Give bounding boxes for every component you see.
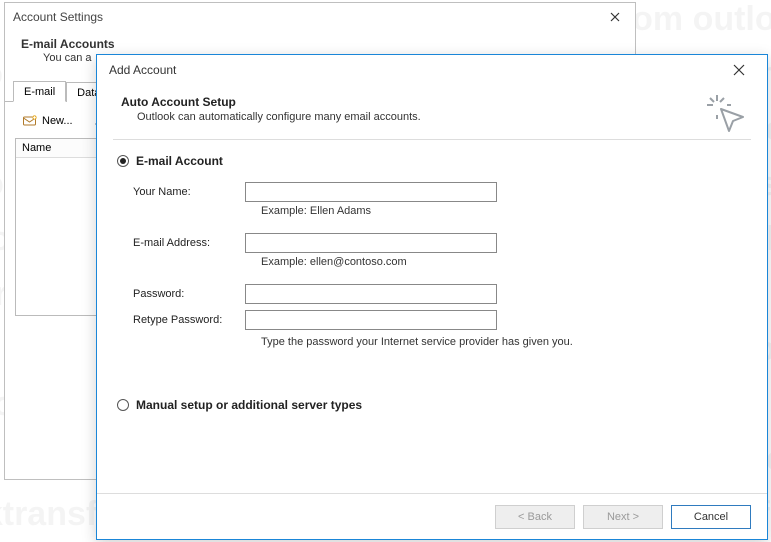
cursor-click-icon <box>703 91 749 137</box>
wizard-title: Auto Account Setup <box>121 95 661 109</box>
radio-manual-setup[interactable]: Manual setup or additional server types <box>117 398 747 412</box>
password-hint: Type the password your Internet service … <box>261 336 747 348</box>
close-button[interactable] <box>603 7 627 27</box>
wizard-footer: < Back Next > Cancel <box>97 493 767 539</box>
back-button[interactable]: < Back <box>495 505 575 529</box>
retype-password-label: Retype Password: <box>133 314 245 326</box>
mail-new-icon <box>22 113 38 129</box>
retype-password-input[interactable] <box>245 310 497 330</box>
your-name-input[interactable] <box>245 182 497 202</box>
wizard-header: Auto Account Setup Outlook can automatic… <box>113 91 751 140</box>
window-title: Add Account <box>109 63 176 77</box>
new-button-label: New... <box>42 115 73 127</box>
window-title: Account Settings <box>13 10 103 24</box>
close-icon <box>610 12 620 22</box>
tab-email[interactable]: E-mail <box>13 81 66 102</box>
titlebar: Add Account <box>97 55 767 85</box>
wizard-body: E-mail Account Your Name: Example: Ellen… <box>97 140 767 412</box>
add-account-window: Add Account Auto Account Setup Outlook c… <box>96 54 768 540</box>
radio-label: E-mail Account <box>136 154 223 168</box>
radio-label: Manual setup or additional server types <box>136 398 362 412</box>
email-input[interactable] <box>245 233 497 253</box>
close-button[interactable] <box>717 57 761 83</box>
cancel-button[interactable]: Cancel <box>671 505 751 529</box>
radio-icon <box>117 155 129 167</box>
your-name-example: Example: Ellen Adams <box>261 205 747 217</box>
password-label: Password: <box>133 288 245 300</box>
close-icon <box>733 64 745 76</box>
wizard-subtitle: Outlook can automatically configure many… <box>121 111 661 123</box>
email-account-form: Your Name: Example: Ellen Adams E-mail A… <box>133 182 747 348</box>
new-account-button[interactable]: New... <box>15 110 80 132</box>
email-label: E-mail Address: <box>133 237 245 249</box>
radio-icon <box>117 399 129 411</box>
password-input[interactable] <box>245 284 497 304</box>
your-name-label: Your Name: <box>133 186 245 198</box>
header-title: E-mail Accounts <box>21 37 619 51</box>
next-button[interactable]: Next > <box>583 505 663 529</box>
titlebar: Account Settings <box>5 3 635 31</box>
radio-email-account[interactable]: E-mail Account <box>117 154 747 168</box>
email-example: Example: ellen@contoso.com <box>261 256 747 268</box>
